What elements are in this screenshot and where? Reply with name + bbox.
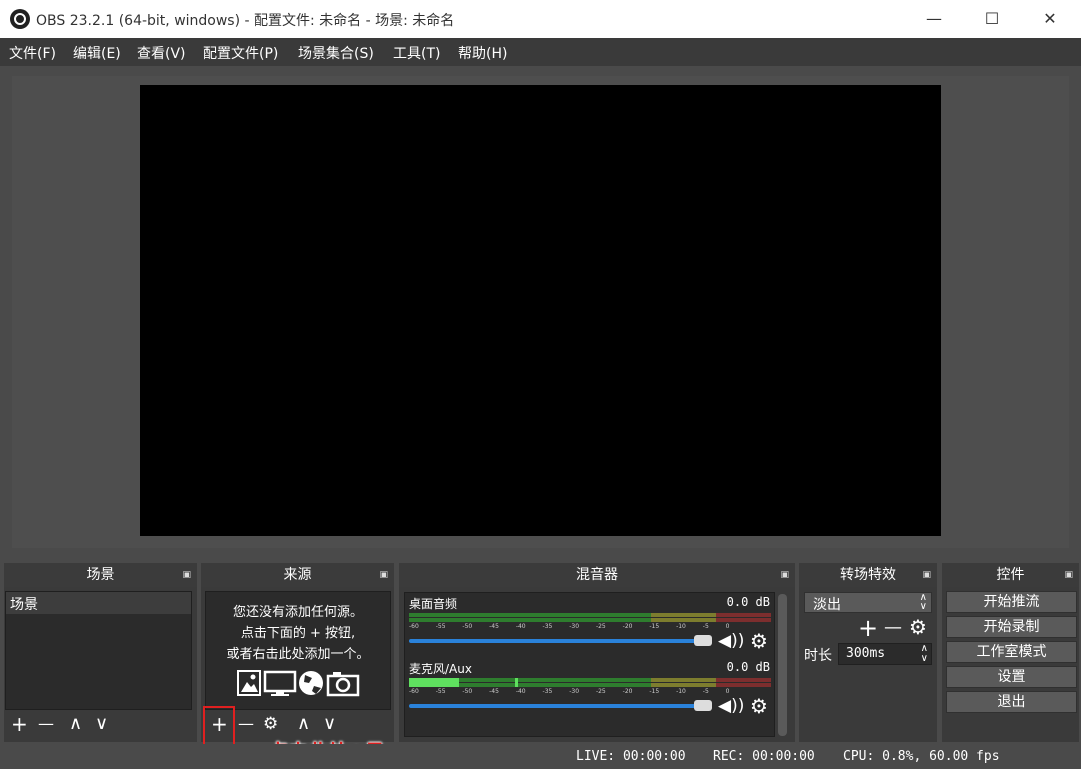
meter-ticks: -60 -55 -50 -45 -40 -35 -30 -25 -20 -15 … bbox=[409, 623, 730, 630]
remove-scene-button[interactable]: — bbox=[38, 713, 54, 735]
window-title: OBS 23.2.1 (64-bit, windows) - 配置文件: 未命名… bbox=[36, 13, 455, 29]
menu-profile[interactable]: 配置文件(P) bbox=[203, 43, 278, 63]
mixer-dock-float-icon[interactable]: ▣ bbox=[780, 563, 789, 587]
mixer-channel-level: 0.0 dB bbox=[726, 595, 770, 609]
minimize-button[interactable]: — bbox=[904, 0, 964, 38]
mixer-channel-level: 0.0 dB bbox=[726, 660, 770, 674]
add-scene-button[interactable]: + bbox=[11, 713, 28, 735]
transitions-dock-float-icon[interactable]: ▣ bbox=[922, 563, 931, 587]
source-type-icons bbox=[237, 670, 360, 697]
duration-spinbox[interactable]: 300ms ∧ ∨ bbox=[838, 643, 932, 665]
live-status: LIVE: 00:00:00 bbox=[576, 749, 686, 764]
display-capture-icon bbox=[263, 670, 297, 696]
transitions-dock-title: 转场特效 bbox=[840, 567, 896, 583]
mixer-settings-icon[interactable]: ⚙ bbox=[750, 629, 768, 653]
browser-source-icon bbox=[299, 671, 323, 695]
start-streaming-button[interactable]: 开始推流 bbox=[946, 591, 1077, 613]
volume-slider[interactable] bbox=[409, 704, 704, 708]
scenes-dock-float-icon[interactable]: ▣ bbox=[182, 563, 191, 587]
mute-speaker-icon[interactable]: ◀)) bbox=[718, 696, 744, 716]
controls-dock-title: 控件 bbox=[996, 567, 1025, 583]
preview-canvas[interactable] bbox=[140, 85, 941, 536]
sources-empty-hint: 您还没有添加任何源。 点击下面的 + 按钮, 或者右击此处添加一个。 bbox=[226, 605, 370, 662]
volume-slider-handle[interactable] bbox=[694, 700, 712, 711]
menu-scene-collection[interactable]: 场景集合(S) bbox=[298, 43, 374, 63]
mixer-settings-icon[interactable]: ⚙ bbox=[750, 694, 768, 718]
menu-help[interactable]: 帮助(H) bbox=[458, 43, 507, 63]
menu-tools[interactable]: 工具(T) bbox=[393, 43, 440, 63]
meter-yellow-segment bbox=[651, 613, 716, 617]
mixer-channel-name: 麦克风/Aux bbox=[409, 662, 472, 676]
image-source-icon bbox=[237, 670, 261, 696]
add-transition-button[interactable]: + bbox=[858, 614, 878, 642]
move-scene-down-button[interactable]: ∨ bbox=[95, 713, 108, 735]
controls-dock-float-icon[interactable]: ▣ bbox=[1064, 563, 1073, 587]
add-source-highlight-box bbox=[203, 706, 235, 747]
sources-dock-header: 来源 ▣ bbox=[201, 563, 394, 587]
settings-button[interactable]: 设置 bbox=[946, 666, 1077, 688]
obs-logo-icon bbox=[10, 9, 30, 29]
move-source-down-button[interactable]: ∨ bbox=[323, 713, 336, 735]
duration-label: 时长 bbox=[804, 648, 832, 664]
meter-peak bbox=[515, 678, 518, 687]
remove-source-button[interactable]: — bbox=[238, 713, 254, 735]
cpu-status: CPU: 0.8%, 60.00 fps bbox=[843, 749, 1000, 764]
source-properties-button[interactable]: ⚙ bbox=[263, 713, 278, 735]
menu-edit[interactable]: 编辑(E) bbox=[73, 43, 121, 63]
close-button[interactable]: ✕ bbox=[1020, 0, 1080, 38]
scenes-list[interactable]: 场景 bbox=[5, 591, 192, 710]
sources-list[interactable]: 您还没有添加任何源。 点击下面的 + 按钮, 或者右击此处添加一个。 bbox=[205, 591, 391, 710]
exit-button[interactable]: 退出 bbox=[946, 691, 1077, 713]
rec-status: REC: 00:00:00 bbox=[713, 749, 815, 764]
select-updown-icon: ∧ ∨ bbox=[919, 592, 927, 612]
scenes-dock-header: 场景 ▣ bbox=[4, 563, 197, 587]
transition-select[interactable]: 淡出 ∧ ∨ bbox=[804, 592, 932, 613]
menu-file[interactable]: 文件(F) bbox=[9, 43, 56, 63]
sources-dock-float-icon[interactable]: ▣ bbox=[379, 563, 388, 587]
sources-dock-title: 来源 bbox=[283, 567, 312, 583]
meter-green-segment bbox=[409, 613, 651, 617]
transition-settings-button[interactable]: ⚙ bbox=[909, 615, 927, 639]
remove-transition-button[interactable]: — bbox=[884, 617, 902, 638]
move-scene-up-button[interactable]: ∧ bbox=[69, 713, 82, 735]
mixer-dock-header: 混音器 ▣ bbox=[399, 563, 795, 587]
volume-slider[interactable] bbox=[409, 639, 704, 643]
scene-item[interactable]: 场景 bbox=[6, 592, 191, 614]
menu-view[interactable]: 查看(V) bbox=[137, 43, 186, 63]
controls-dock-header: 控件 ▣ bbox=[942, 563, 1079, 587]
studio-mode-button[interactable]: 工作室模式 bbox=[946, 641, 1077, 663]
title-bar: OBS 23.2.1 (64-bit, windows) - 配置文件: 未命名… bbox=[0, 0, 1081, 38]
transitions-dock-header: 转场特效 ▣ bbox=[799, 563, 937, 587]
menu-bar: 文件(F) 编辑(E) 查看(V) 配置文件(P) 场景集合(S) 工具(T) … bbox=[0, 38, 1081, 66]
move-source-up-button[interactable]: ∧ bbox=[297, 713, 310, 735]
mixer-scrollbar[interactable] bbox=[778, 594, 787, 736]
maximize-button[interactable]: ☐ bbox=[962, 0, 1022, 38]
mixer-dock-title: 混音器 bbox=[576, 567, 618, 583]
scenes-toolbar: + — ∧ ∨ bbox=[5, 711, 192, 737]
scenes-dock-title: 场景 bbox=[86, 567, 115, 583]
mixer-channel-name: 桌面音频 bbox=[409, 597, 458, 611]
mixer-panel: 桌面音频 0.0 dB -60 -55 -50 -45 -40 -35 -30 … bbox=[404, 592, 775, 737]
status-bar: LIVE: 00:00:00 REC: 00:00:00 CPU: 0.8%, … bbox=[0, 744, 1081, 769]
start-recording-button[interactable]: 开始录制 bbox=[946, 616, 1077, 638]
mute-speaker-icon[interactable]: ◀)) bbox=[718, 631, 744, 651]
meter-red-segment bbox=[716, 613, 771, 617]
spinbox-updown-icon[interactable]: ∧ ∨ bbox=[921, 644, 928, 664]
video-capture-icon bbox=[326, 672, 360, 697]
volume-slider-handle[interactable] bbox=[694, 635, 712, 646]
meter-active-level bbox=[409, 678, 459, 687]
